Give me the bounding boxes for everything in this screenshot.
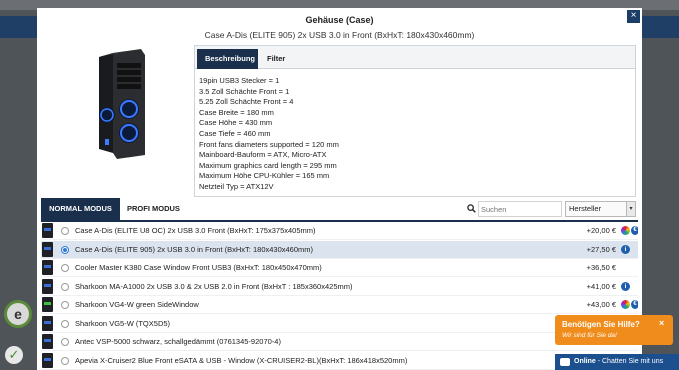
- case-led: [44, 265, 51, 268]
- tab-filter[interactable]: Filter: [259, 49, 295, 69]
- product-radio[interactable]: [61, 264, 69, 272]
- product-row[interactable]: Case A-Dis (ELITE 905) 2x USB 3.0 in Fro…: [41, 240, 638, 259]
- product-name: Apevia X-Cruiser2 Blue Front eSATA & USB…: [75, 355, 408, 365]
- background-nav-tab-right: [642, 16, 679, 38]
- product-name: Sharkoon VG5-W (TQX5D5): [75, 318, 171, 328]
- description-line: 5.25 Zoll Schächte Front = 4: [199, 97, 294, 107]
- description-line: Front fans diameters supported = 120 mm: [199, 139, 339, 149]
- product-row[interactable]: Sharkoon VG4-W green SideWindow +43,00 € €: [41, 296, 638, 314]
- product-radio[interactable]: [61, 227, 69, 235]
- product-name: Sharkoon VG4-W green SideWindow: [75, 300, 199, 309]
- product-image: [41, 45, 189, 161]
- product-row[interactable]: Sharkoon VG5-W (TQX5D5)+46,00 €€: [41, 315, 638, 333]
- chat-bubble-icon: [560, 358, 570, 366]
- product-modal: × Gehäuse (Case) Case A-Dis (ELITE 905) …: [37, 8, 642, 370]
- check-icon: ✓: [5, 346, 23, 364]
- help-close-button[interactable]: ×: [659, 318, 664, 328]
- description-line: 19pin USB3 Stecker = 1: [199, 76, 280, 85]
- description-line: Case Breite = 180 mm: [199, 107, 274, 117]
- sort-select[interactable]: Hersteller ▾: [565, 201, 636, 217]
- tab-bar: Beschreibung Filter: [195, 46, 635, 69]
- description-line: Case Höhe = 430 mm: [199, 118, 273, 128]
- search-icon: [467, 204, 476, 213]
- product-thumbnail: [42, 297, 53, 312]
- product-radio[interactable]: [61, 245, 69, 254]
- product-price: +20,00 €: [586, 226, 616, 235]
- product-thumbnail: [42, 315, 53, 331]
- product-thumbnail: [42, 241, 53, 257]
- background-nav-tab: [0, 16, 37, 38]
- product-thumbnail: [42, 223, 53, 238]
- product-name: Sharkoon MA-A1000 2x USB 3.0 & 2x USB 2.…: [75, 281, 353, 291]
- euro-icon[interactable]: €: [631, 300, 638, 309]
- product-name: Antec VSP-5000 schwarz, schallgedämmt (0…: [75, 337, 281, 346]
- case-led: [44, 246, 51, 250]
- description-line: Case Tiefe = 460 mm: [199, 128, 271, 138]
- product-thumbnail: [42, 260, 53, 275]
- color-options-icon[interactable]: [621, 300, 630, 309]
- case-led: [44, 339, 51, 342]
- chat-status: Online: [574, 358, 596, 365]
- case-led: [44, 357, 51, 361]
- product-row[interactable]: Case A-Dis (ELITE U8 OC) 2x USB 3.0 Fron…: [41, 222, 638, 240]
- product-radio[interactable]: [61, 301, 69, 309]
- chevron-down-icon: ▾: [626, 202, 635, 216]
- product-tabs-panel: Beschreibung Filter 19pin USB3 Stecker =…: [194, 45, 636, 197]
- info-icon[interactable]: i: [621, 281, 630, 291]
- search-input[interactable]: [478, 201, 562, 217]
- product-description: 19pin USB3 Stecker = 1 3.5 Zoll Schächte …: [199, 76, 629, 194]
- euro-icon[interactable]: €: [631, 226, 638, 235]
- chat-button[interactable]: Online - Chatten Sie mit uns: [555, 354, 679, 370]
- sort-select-value: Hersteller: [569, 204, 602, 213]
- color-options-icon[interactable]: [621, 226, 630, 235]
- description-line: Netzteil Typ = ATX12V: [199, 181, 274, 191]
- description-line: Mainboard-Bauform = ATX, Micro-ATX: [199, 150, 327, 160]
- product-radio[interactable]: [61, 319, 69, 328]
- product-price: +43,00 €: [586, 300, 616, 309]
- description-line: Maximum graphics card length = 295 mm: [199, 160, 337, 170]
- case-led: [44, 320, 51, 324]
- product-thumbnail: [42, 334, 53, 349]
- case-led: [44, 283, 51, 287]
- modal-title: Gehäuse (Case): [305, 15, 374, 25]
- list-toolbar: NORMAL MODUS PROFI MODUS Hersteller ▾: [41, 198, 638, 220]
- product-thumbnail: [42, 278, 53, 294]
- product-list: Case A-Dis (ELITE U8 OC) 2x USB 3.0 Fron…: [41, 222, 638, 370]
- description-line: 3.5 Zoll Schächte Front = 1: [199, 86, 290, 96]
- product-radio[interactable]: [61, 282, 69, 291]
- case-led: [44, 302, 51, 305]
- product-row[interactable]: Antec VSP-5000 schwarz, schallgedämmt (0…: [41, 333, 638, 351]
- profi-mode-button[interactable]: PROFI MODUS: [127, 198, 187, 220]
- product-thumbnail: [42, 352, 53, 368]
- product-name: Case A-Dis (ELITE 905) 2x USB 3.0 in Fro…: [75, 244, 314, 254]
- help-title: Benötigen Sie Hilfe?: [562, 320, 640, 329]
- product-name: Case A-Dis (ELITE U8 OC) 2x USB 3.0 Fron…: [75, 226, 316, 235]
- product-row[interactable]: Cooler Master K380 Case Window Front USB…: [41, 259, 638, 277]
- help-subtitle: Wir sind für Sie da!: [562, 332, 617, 339]
- product-price: +36,50 €: [586, 263, 616, 272]
- description-line: Maximum Höhe CPU-Kühler = 165 mm: [199, 171, 330, 181]
- product-price: +27,50 €: [586, 244, 616, 254]
- normal-mode-button[interactable]: NORMAL MODUS: [41, 198, 120, 220]
- product-radio[interactable]: [61, 338, 69, 346]
- product-price: +41,00 €: [586, 281, 616, 291]
- case-led: [44, 228, 51, 231]
- help-popup[interactable]: Benötigen Sie Hilfe? Wir sind für Sie da…: [555, 315, 673, 345]
- chat-label: - Chatten Sie mit uns: [595, 358, 664, 365]
- product-radio[interactable]: [61, 356, 69, 365]
- product-name: Cooler Master K380 Case Window Front USB…: [75, 263, 322, 272]
- info-icon[interactable]: i: [621, 244, 630, 254]
- selected-product-name: Case A-Dis (ELITE 905) 2x USB 3.0 in Fro…: [204, 30, 475, 40]
- product-row[interactable]: Sharkoon MA-A1000 2x USB 3.0 & 2x USB 2.…: [41, 278, 638, 296]
- product-row[interactable]: Apevia X-Cruiser2 Blue Front eSATA & USB…: [41, 352, 638, 370]
- trust-badge-icon: e: [4, 300, 32, 328]
- tab-beschreibung[interactable]: Beschreibung: [197, 49, 258, 69]
